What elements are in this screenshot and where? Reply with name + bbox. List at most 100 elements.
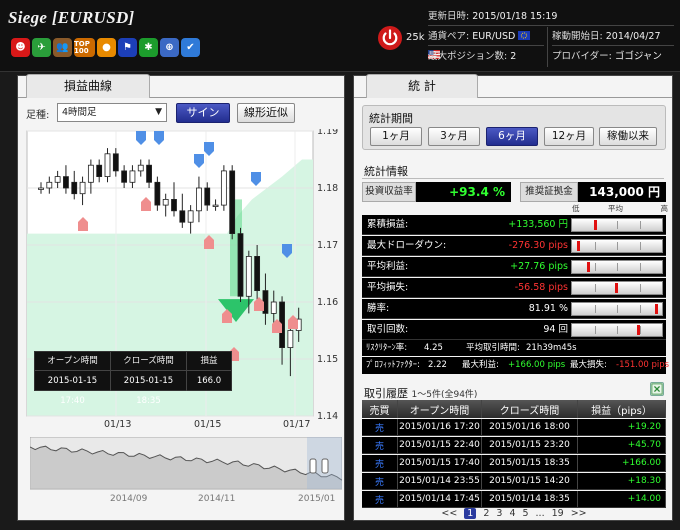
- stats-value: 94 回: [543, 324, 568, 335]
- candle-body[interactable]: [287, 330, 294, 349]
- tab-pl-curve[interactable]: 損益曲線: [26, 74, 150, 98]
- start-label: 稼動開始日:: [552, 31, 603, 42]
- candle-body[interactable]: [137, 164, 144, 172]
- period-button-4[interactable]: 12ヶ月: [544, 127, 594, 146]
- medal-icon[interactable]: ✱: [139, 38, 158, 57]
- candle-body[interactable]: [112, 153, 119, 172]
- x-tick-label: 01/15: [194, 419, 221, 429]
- navigator-handle[interactable]: [321, 458, 329, 474]
- profit-factor-row: ﾌﾟﾛﾌｨｯﾄﾌｧｸﾀｰ: 2.22 最大利益: +166.00 pips 最大…: [362, 357, 669, 374]
- pager-page[interactable]: 4: [509, 508, 515, 519]
- candle-body[interactable]: [38, 187, 44, 190]
- candle-body[interactable]: [162, 199, 169, 206]
- history-row[interactable]: 売 2015/01/16 17:20 2015/01/16 18:00 +19.20: [362, 419, 666, 436]
- period-button-2[interactable]: 3ヶ月: [428, 127, 480, 146]
- period-button-3[interactable]: 6ヶ月: [486, 127, 538, 146]
- period-selector: 統計期間 1ヶ月 3ヶ月 6ヶ月 12ヶ月 稼働以来: [362, 105, 666, 150]
- compass-icon[interactable]: ⊕: [160, 38, 179, 57]
- history-cell-side: 売: [362, 419, 398, 435]
- candle-body[interactable]: [54, 176, 61, 183]
- candle-body[interactable]: [204, 187, 211, 206]
- timeframe-select[interactable]: 4時間足 ▼: [57, 103, 167, 122]
- history-row[interactable]: 売 2015/01/14 23:55 2015/01/15 14:20 +18.30: [362, 473, 666, 490]
- candle-body[interactable]: [171, 199, 177, 212]
- pager-next[interactable]: >>: [571, 508, 587, 519]
- chevron-down-icon: ▼: [155, 107, 162, 117]
- risk-value: 4.25: [424, 343, 443, 353]
- candle-body[interactable]: [121, 170, 128, 183]
- rocket-icon[interactable]: ✈: [32, 38, 51, 57]
- top100-icon[interactable]: TOP 100: [74, 38, 95, 57]
- pager-page[interactable]: 2: [483, 508, 489, 519]
- candle-body[interactable]: [212, 204, 219, 207]
- history-row[interactable]: 売 2015/01/15 22:40 2015/01/15 23:20 +45.70: [362, 437, 666, 454]
- maxpos-value: 2: [510, 51, 517, 62]
- pager-page[interactable]: 19: [552, 508, 564, 519]
- coin-icon[interactable]: ●: [97, 38, 116, 57]
- candle-body[interactable]: [245, 256, 252, 297]
- stats-row: 平均損失: -56.58 pips: [362, 278, 666, 298]
- check-icon[interactable]: ✔: [181, 38, 200, 57]
- history-cell-pl: +14.00: [578, 491, 666, 507]
- stats-value: 81.91 %: [528, 303, 568, 314]
- candle-body[interactable]: [63, 176, 69, 189]
- gauge-marker: [637, 325, 640, 335]
- y-tick-label: 1.18: [317, 183, 338, 194]
- candle-body[interactable]: [154, 181, 161, 206]
- smile-face-icon[interactable]: ☻: [11, 38, 30, 57]
- history-cell-open: 2015/01/14 17:45: [398, 491, 482, 507]
- candle-body[interactable]: [237, 233, 244, 297]
- history-cell-pl: +19.20: [578, 419, 666, 435]
- candle-body[interactable]: [79, 181, 86, 195]
- history-header-cell[interactable]: 売買: [362, 400, 398, 418]
- candle-body[interactable]: [254, 256, 261, 292]
- linear-fit-button[interactable]: 線形近似: [237, 103, 295, 123]
- navigator-handle[interactable]: [309, 458, 317, 474]
- candle-body[interactable]: [179, 210, 186, 223]
- flag-icon[interactable]: ⚑: [118, 38, 137, 57]
- candle-body[interactable]: [46, 181, 53, 189]
- pager-page[interactable]: 5: [522, 508, 528, 519]
- stats-value: -56.58 pips: [514, 282, 568, 293]
- candle-body[interactable]: [187, 210, 194, 223]
- candle-body[interactable]: [270, 301, 277, 314]
- history-header-cell[interactable]: 損益（pips）: [578, 400, 666, 418]
- candle-body[interactable]: [229, 170, 236, 235]
- pager-page[interactable]: ...: [536, 508, 545, 519]
- period-title: 統計期間: [369, 112, 413, 125]
- group-icon[interactable]: 👥: [53, 38, 72, 57]
- y-tick-label: 1.16: [317, 297, 338, 308]
- history-row[interactable]: 売 2015/01/15 17:40 2015/01/15 18:35 +166.00: [362, 455, 666, 472]
- candle-body[interactable]: [104, 153, 111, 177]
- tab-stats[interactable]: 統 計: [366, 74, 478, 98]
- signal-button[interactable]: サイン: [176, 103, 230, 123]
- candle-body[interactable]: [220, 170, 227, 206]
- pager-prev[interactable]: <<: [441, 508, 457, 519]
- history-header-cell[interactable]: オープン時間: [398, 400, 482, 418]
- history-header-cell[interactable]: クローズ時間: [482, 400, 578, 418]
- pagination: << 1 2 3 4 5... 19 >>: [354, 506, 674, 520]
- range-gauge: [571, 302, 663, 316]
- candle-body[interactable]: [129, 170, 136, 183]
- power-icon[interactable]: [377, 25, 403, 51]
- range-gauge: [571, 323, 663, 337]
- export-excel-icon[interactable]: [650, 382, 664, 396]
- pager-page[interactable]: 3: [496, 508, 502, 519]
- updated-value: 2015/01/18 15:19: [472, 11, 558, 22]
- pager-page[interactable]: 1: [464, 507, 477, 519]
- candle-body[interactable]: [71, 181, 78, 195]
- candle-body[interactable]: [146, 164, 152, 183]
- navigator-chart[interactable]: 2014/09 2014/11 2015/01: [30, 437, 342, 505]
- candle-body[interactable]: [196, 187, 202, 212]
- strategy-title: Siege [EURUSD]: [8, 8, 135, 27]
- candle-body[interactable]: [87, 164, 94, 183]
- stats-label: 勝率:: [367, 303, 390, 314]
- period-button-5[interactable]: 稼働以来: [599, 127, 657, 146]
- history-cell-pl: +18.30: [578, 473, 666, 489]
- stats-value: +133,560 円: [508, 219, 568, 230]
- stats-title: 統計情報: [364, 165, 408, 178]
- avg-time-value: 21h39m45s: [526, 343, 577, 353]
- avg-time-label: 平均取引時間:: [466, 343, 520, 353]
- candle-body[interactable]: [96, 164, 103, 178]
- period-button-1[interactable]: 1ヶ月: [370, 127, 422, 146]
